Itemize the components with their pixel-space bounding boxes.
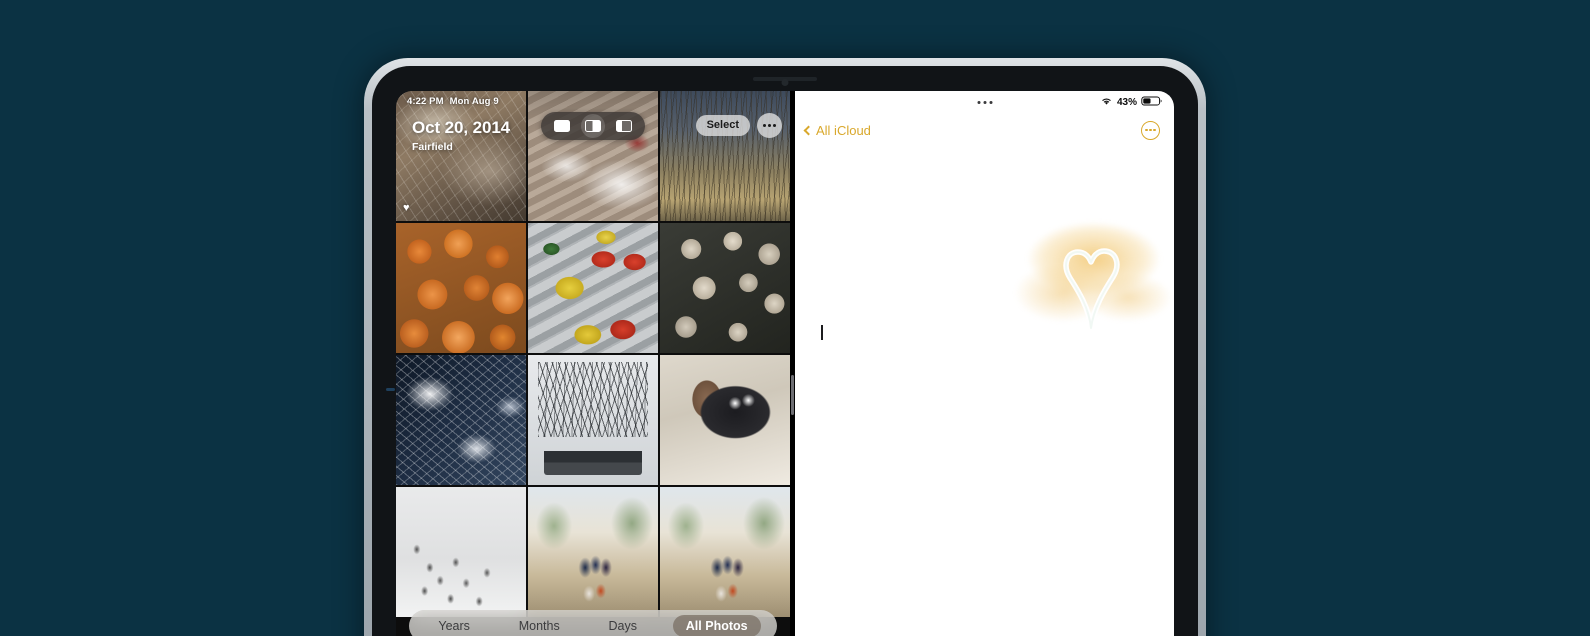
- photos-app-pane: ♥ 4:22 PM Mon Aug 9 Oct 20, 2014 Fairfie…: [396, 91, 790, 636]
- wifi-icon: [1100, 96, 1113, 109]
- note-more-button[interactable]: [1141, 120, 1160, 140]
- photo-thumbnail[interactable]: [660, 355, 790, 485]
- photo-thumbnail[interactable]: [396, 487, 526, 617]
- photo-grid: ♥: [396, 91, 790, 636]
- splitview-icon: [584, 120, 601, 132]
- battery-percent-label: 43%: [1116, 97, 1137, 108]
- battery-icon: [1141, 96, 1162, 109]
- multitask-splitview-button[interactable]: [580, 114, 605, 138]
- chevron-left-icon: [803, 125, 814, 135]
- dot: [773, 124, 776, 127]
- dot: [989, 101, 992, 104]
- segment-days[interactable]: Days: [596, 615, 650, 636]
- app-grabber-handle[interactable]: [977, 101, 992, 104]
- front-camera: [781, 79, 789, 86]
- device-bezel: ♥ 4:22 PM Mon Aug 9 Oct 20, 2014 Fairfie…: [372, 66, 1198, 636]
- notes-navigation-bar: All iCloud: [795, 115, 1174, 145]
- fullscreen-icon: [554, 120, 571, 132]
- photo-thumbnail[interactable]: [528, 487, 658, 617]
- note-content-area[interactable]: [795, 145, 1174, 636]
- dot: [1145, 128, 1148, 132]
- favorite-heart-icon: ♥: [403, 202, 410, 214]
- photos-segmented-control[interactable]: Years Months Days All Photos: [409, 610, 777, 636]
- photo-thumbnail[interactable]: [660, 487, 790, 617]
- photo-thumbnail[interactable]: [396, 355, 526, 485]
- multitasking-control[interactable]: [541, 112, 645, 140]
- notes-status-bar: 43%: [1100, 96, 1162, 109]
- status-time: 4:22 PM: [407, 95, 444, 107]
- dot: [983, 101, 986, 104]
- photo-thumbnail[interactable]: [528, 223, 658, 353]
- slideover-icon: [615, 120, 632, 132]
- dot: [1153, 128, 1156, 132]
- dot: [1149, 128, 1152, 132]
- segment-years[interactable]: Years: [425, 615, 483, 636]
- multitask-fullscreen-button[interactable]: [550, 114, 574, 138]
- segment-all-photos[interactable]: All Photos: [672, 614, 761, 636]
- text-cursor: [821, 325, 823, 340]
- photos-more-button[interactable]: [757, 113, 782, 138]
- select-button[interactable]: Select: [695, 115, 750, 136]
- multitask-slideover-button[interactable]: [612, 114, 636, 138]
- photo-thumbnail[interactable]: [528, 355, 658, 485]
- photos-action-group: Select: [695, 113, 782, 138]
- dot: [977, 101, 980, 104]
- photos-status-bar: 4:22 PM Mon Aug 9: [396, 91, 790, 111]
- device-screen: ♥ 4:22 PM Mon Aug 9 Oct 20, 2014 Fairfie…: [396, 91, 1174, 636]
- segment-months[interactable]: Months: [506, 615, 573, 636]
- photo-thumbnail[interactable]: [396, 223, 526, 353]
- drawn-heart-icon: [1063, 248, 1120, 331]
- ipad-device: ♥ 4:22 PM Mon Aug 9 Oct 20, 2014 Fairfie…: [364, 58, 1206, 636]
- notes-app-pane: 43% All iCloud: [795, 91, 1174, 636]
- status-date: Mon Aug 9: [449, 95, 499, 107]
- dot: [763, 124, 766, 127]
- photo-thumbnail[interactable]: [660, 223, 790, 353]
- bezel-indicator: [386, 388, 395, 391]
- split-view-handle[interactable]: [791, 374, 794, 415]
- back-button-label: All iCloud: [816, 122, 871, 138]
- dot: [768, 124, 771, 127]
- back-to-all-icloud-button[interactable]: All iCloud: [803, 122, 871, 138]
